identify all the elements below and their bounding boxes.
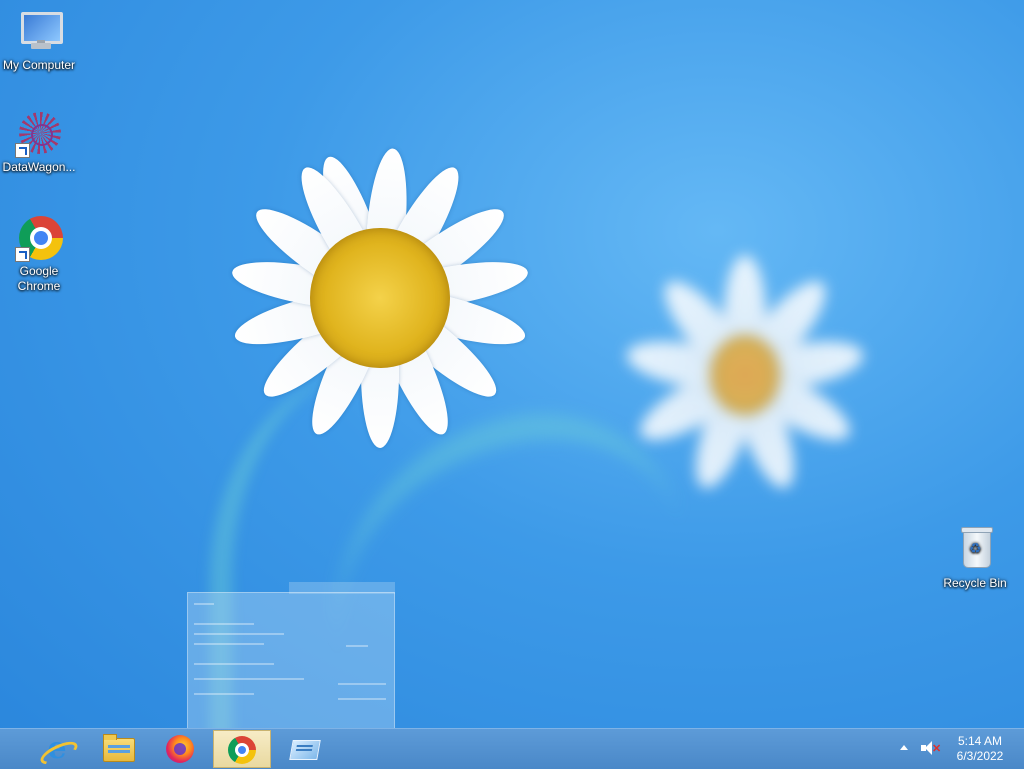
desktop-icon-label: Recycle Bin: [943, 576, 1007, 590]
desktop-icon-label: My Computer: [2, 58, 76, 72]
taskbar-button-switch-windows[interactable]: [275, 730, 333, 768]
wallpaper-flower-blurred: [623, 255, 867, 495]
clock-date: 6/3/2022: [956, 749, 1004, 763]
internet-explorer-icon: e: [43, 734, 71, 764]
computer-icon: [15, 8, 63, 56]
taskbar-button-firefox[interactable]: [151, 730, 209, 768]
desktop-icon-recycle-bin[interactable]: Recycle Bin: [936, 526, 1014, 591]
desktop-icon-label: Google Chrome: [17, 264, 61, 293]
desktop-icon-google-chrome[interactable]: Google Chrome: [0, 214, 78, 294]
wallpaper-daisy: [228, 146, 532, 448]
desktop-icon-my-computer[interactable]: My Computer: [0, 8, 78, 73]
desktop: My Computer DataWagon... Google Chrome R…: [0, 0, 1024, 728]
clock-time: 5:14 AM: [957, 734, 1003, 748]
show-hidden-icons-arrow[interactable]: [900, 745, 908, 750]
chrome-icon: [15, 214, 63, 262]
taskbar-button-google-chrome[interactable]: [213, 730, 271, 768]
taskbar-button-internet-explorer[interactable]: e: [27, 730, 85, 768]
taskbar-button-file-explorer[interactable]: [89, 730, 147, 768]
desktop-icon-datawagon[interactable]: DataWagon...: [0, 110, 78, 175]
shortcut-arrow-icon: [15, 143, 30, 158]
shortcut-arrow-icon: [15, 247, 30, 262]
folder-icon: [103, 734, 135, 762]
system-clock[interactable]: 5:14 AM 6/3/2022: [950, 734, 1010, 764]
datawagon-icon: [15, 110, 63, 158]
volume-muted-icon[interactable]: ✕: [921, 740, 941, 756]
recycle-bin-icon: [951, 526, 999, 574]
switch-windows-icon: [289, 740, 321, 760]
chrome-icon: [228, 736, 256, 764]
desktop-icon-label: DataWagon...: [2, 160, 76, 174]
ghost-window-preview: [187, 592, 395, 728]
firefox-icon: [166, 735, 194, 763]
taskbar: e: [0, 728, 1024, 769]
